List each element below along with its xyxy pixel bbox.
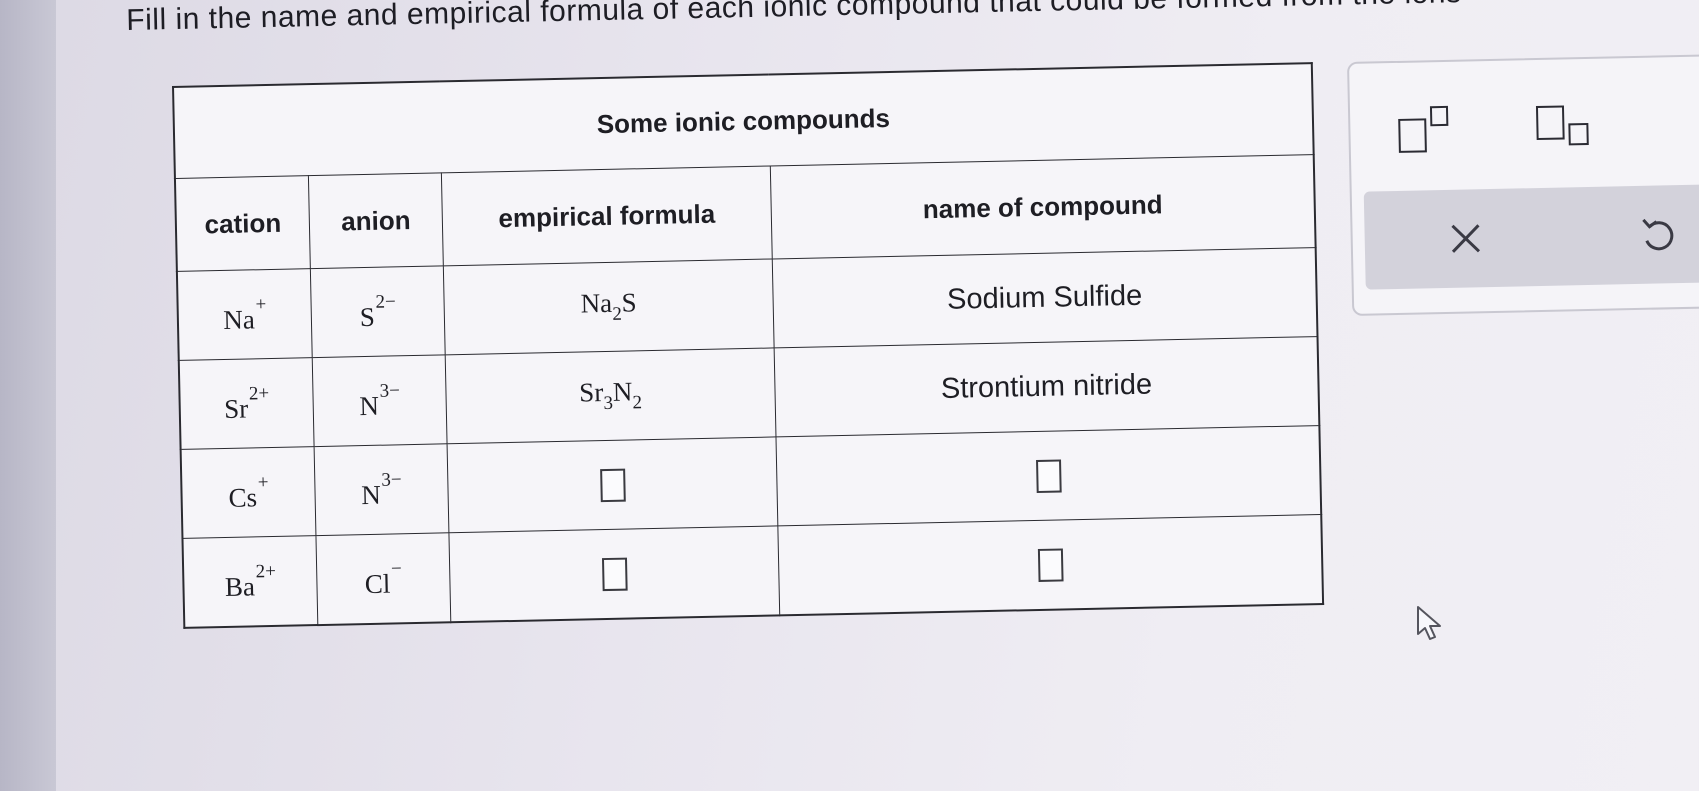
anion-cell: N3− xyxy=(314,443,449,536)
formula-answer-input[interactable] xyxy=(599,468,626,502)
ion-charge: 3− xyxy=(379,379,401,402)
clear-button[interactable] xyxy=(1438,211,1493,266)
formula-cell: Na2S xyxy=(443,258,775,355)
anion-ion: Cl− xyxy=(364,558,402,600)
formula-element: Na xyxy=(580,287,613,319)
ion-symbol: N xyxy=(360,479,382,510)
instruction-text: Fill in the name and empirical formula o… xyxy=(126,0,1462,37)
formula-element: Sr xyxy=(578,377,604,408)
anion-ion: N3− xyxy=(361,469,403,511)
header-empirical-formula: empirical formula xyxy=(441,165,773,266)
header-anion: anion xyxy=(308,172,444,269)
name-answer-input[interactable] xyxy=(1035,458,1062,493)
math-input-palette xyxy=(1347,53,1699,316)
formula-subscript: 2 xyxy=(612,303,623,325)
ionic-compounds-table: Some ionic compounds cation anion empiri… xyxy=(172,62,1325,629)
x-icon xyxy=(1451,224,1481,253)
ion-symbol: S xyxy=(359,301,376,332)
header-name-of-compound: name of compound xyxy=(770,154,1316,259)
compound-name: Sodium Sulfide xyxy=(946,279,1143,316)
undo-icon xyxy=(1642,218,1674,251)
undo-button[interactable] xyxy=(1630,207,1685,262)
action-bar xyxy=(1363,183,1699,290)
cation-cell: Ba2+ xyxy=(182,535,318,628)
ion-charge: − xyxy=(390,557,402,580)
cation-cell: Na+ xyxy=(176,268,313,361)
empirical-formula: Sr3N2 xyxy=(578,376,642,414)
ion-symbol: Ba xyxy=(224,570,256,602)
cation-cell: Sr2+ xyxy=(178,357,315,450)
empirical-formula: Na2S xyxy=(580,287,637,325)
formula-answer-input[interactable] xyxy=(601,557,628,591)
ion-charge: 2+ xyxy=(255,560,277,582)
subscript-button[interactable] xyxy=(1535,103,1601,148)
ion-symbol: Sr xyxy=(223,392,249,424)
ion-charge: 3− xyxy=(381,468,402,491)
name-cell: Strontium nitride xyxy=(774,336,1320,437)
header-cation: cation xyxy=(174,175,311,272)
ionic-compounds-table-container: Some ionic compounds cation anion empiri… xyxy=(172,62,1325,629)
formula-cell xyxy=(447,436,778,533)
formula-subscript: 2 xyxy=(632,392,643,414)
ion-charge: 2− xyxy=(375,290,396,313)
ion-charge: + xyxy=(257,471,269,493)
anion-ion: S2− xyxy=(359,291,396,333)
anion-cell: Cl− xyxy=(315,532,451,626)
formula-element: N xyxy=(612,376,633,407)
formula-element: S xyxy=(621,287,637,318)
cation-ion: Sr2+ xyxy=(224,383,270,425)
compound-name: Strontium nitride xyxy=(940,368,1153,405)
superscript-button[interactable] xyxy=(1398,105,1455,153)
anion-cell: N3− xyxy=(312,354,448,447)
name-cell: Sodium Sulfide xyxy=(772,247,1318,348)
ion-charge: + xyxy=(255,293,267,315)
cation-ion: Ba2+ xyxy=(224,560,276,602)
formula-cell: Sr3N2 xyxy=(445,347,776,444)
mouse-pointer-icon xyxy=(1417,606,1441,640)
cation-cell: Cs+ xyxy=(180,446,316,539)
ion-charge: 2+ xyxy=(248,382,270,404)
ion-symbol: Na xyxy=(222,303,256,335)
anion-cell: S2− xyxy=(310,265,446,358)
anion-ion: N3− xyxy=(359,380,401,422)
ion-symbol: Cs xyxy=(228,481,258,513)
ion-symbol: Cl xyxy=(364,568,391,599)
cation-ion: Cs+ xyxy=(228,472,269,514)
left-edge-shadow xyxy=(0,0,56,791)
name-answer-input[interactable] xyxy=(1037,547,1064,582)
ion-symbol: N xyxy=(359,390,380,421)
name-cell xyxy=(775,425,1322,526)
formula-cell xyxy=(448,525,780,623)
cation-ion: Na+ xyxy=(223,294,267,336)
name-cell xyxy=(777,514,1324,616)
